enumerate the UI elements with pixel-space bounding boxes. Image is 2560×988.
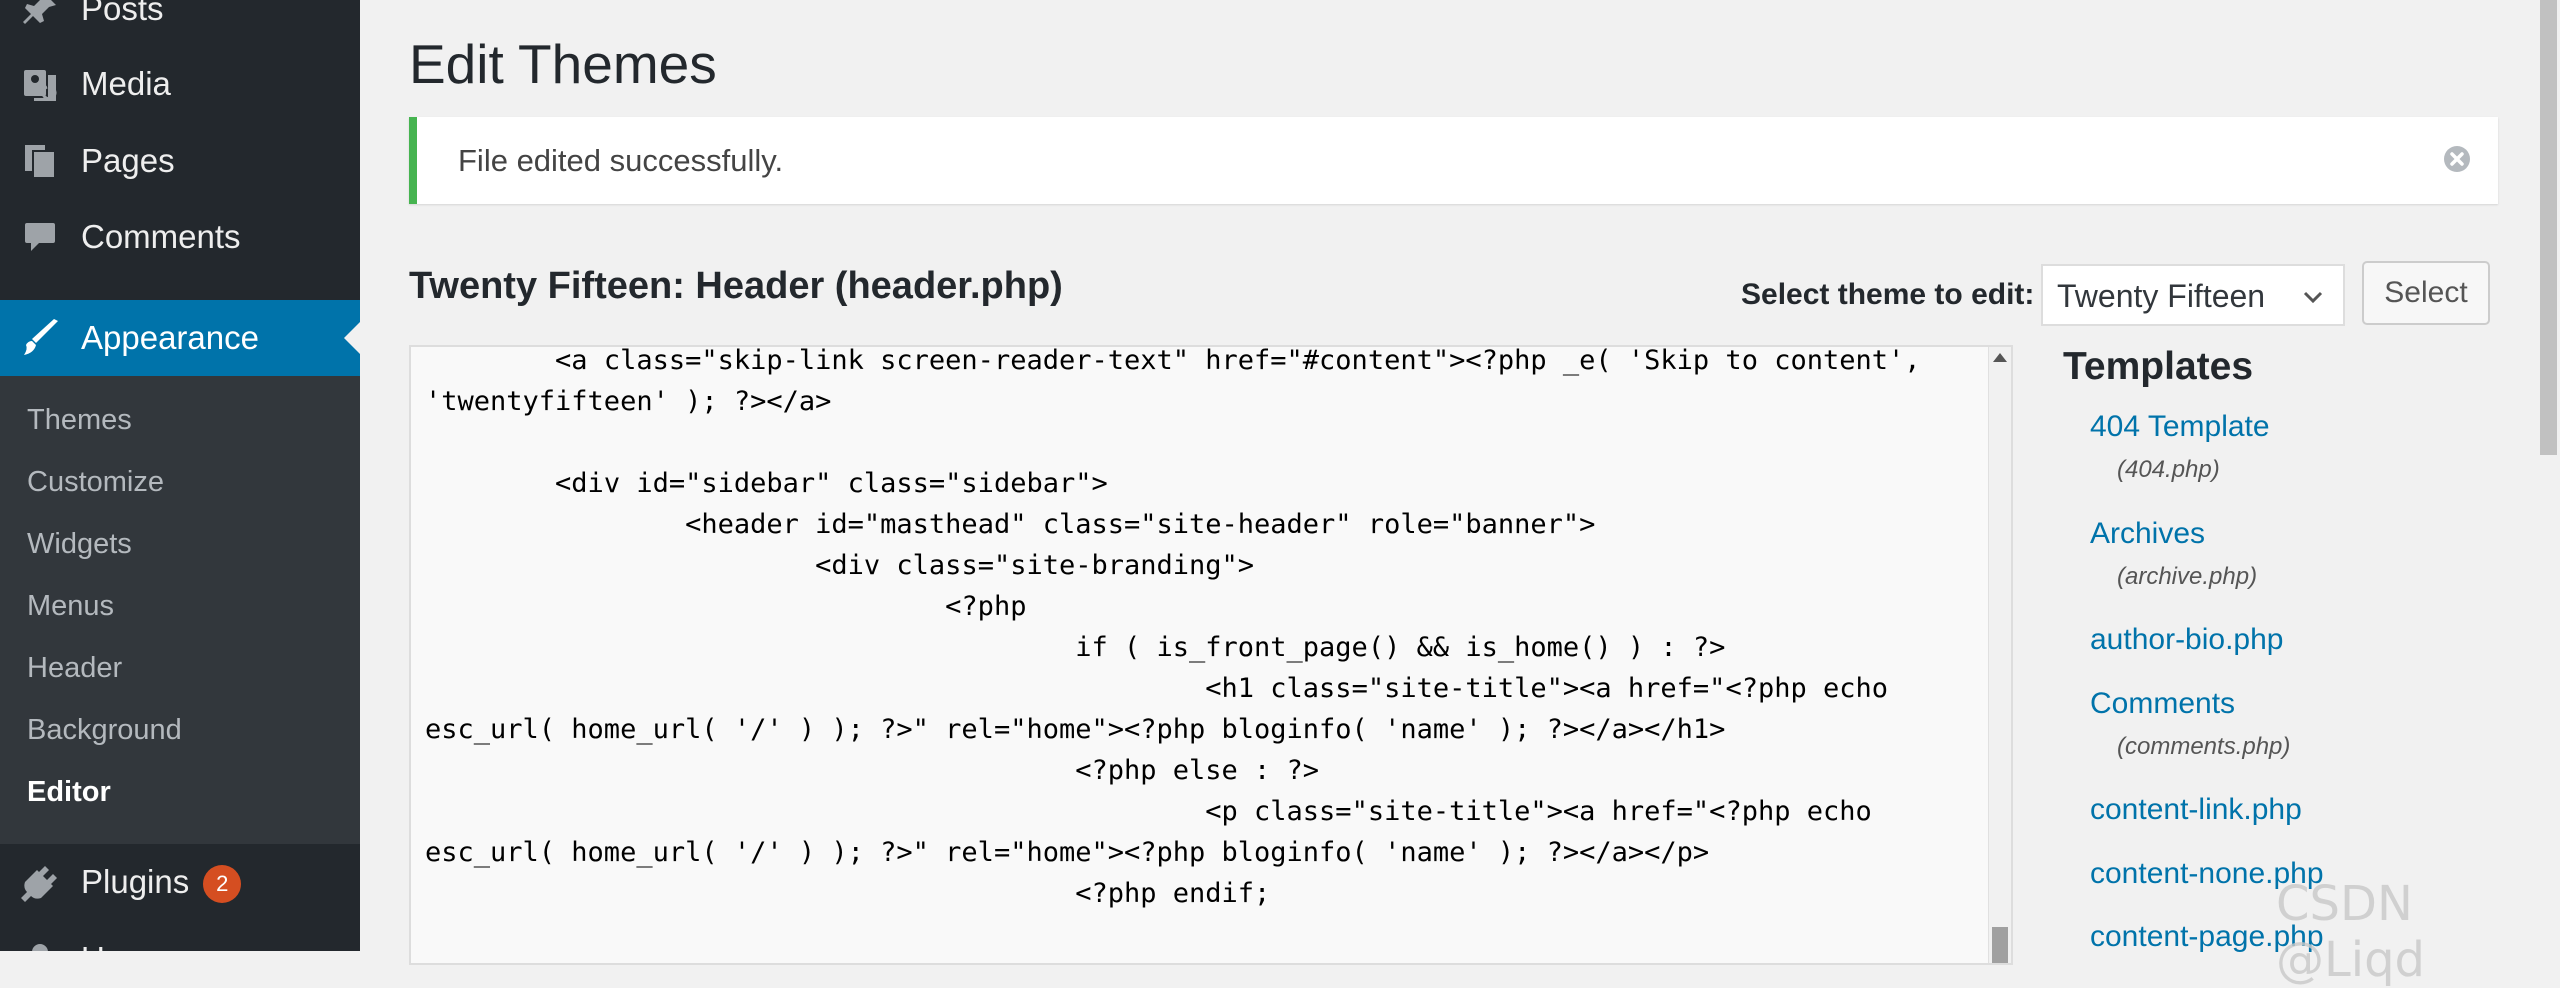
theme-select[interactable]: Twenty Fifteen: [2041, 264, 2345, 326]
success-notice: File edited successfully.: [409, 117, 2498, 204]
menu-label-comments: Comments: [81, 218, 241, 255]
chevron-down-icon: [2299, 282, 2327, 310]
menu-label-appearance: Appearance: [81, 319, 259, 356]
menu-item-appearance[interactable]: Appearance: [0, 300, 360, 376]
watermark: CSDN @Liqd: [2276, 876, 2426, 988]
template-filename: (archive.php): [2117, 563, 2258, 590]
media-icon: [20, 64, 60, 104]
submenu-item-menus[interactable]: Menus: [27, 590, 114, 623]
menu-label-media: Media: [81, 65, 171, 102]
submenu-item-header[interactable]: Header: [27, 652, 122, 685]
page-scrollbar[interactable]: [2537, 0, 2560, 951]
template-link-content-link[interactable]: content-link.php: [2090, 793, 2302, 827]
template-link-author-bio[interactable]: author-bio.php: [2090, 623, 2283, 657]
pages-icon: [20, 141, 60, 181]
plug-icon: [20, 863, 60, 903]
template-filename: (404.php): [2117, 456, 2220, 483]
submenu-item-widgets[interactable]: Widgets: [27, 528, 132, 561]
admin-sidebar: Posts Media Pages Comments Appearance Th…: [0, 0, 360, 951]
menu-item-posts[interactable]: Posts: [0, 0, 360, 47]
scroll-up-arrow-icon[interactable]: [1993, 353, 2007, 362]
notice-message: File edited successfully.: [458, 143, 784, 178]
template-filename: (comments.php): [2117, 733, 2291, 760]
page-scroll-thumb[interactable]: [2540, 0, 2557, 455]
menu-item-comments[interactable]: Comments: [0, 199, 360, 275]
template-link-404[interactable]: 404 Template: [2090, 410, 2270, 444]
theme-select-value: Twenty Fifteen: [2057, 278, 2266, 314]
dismiss-notice-icon[interactable]: [2442, 144, 2472, 174]
pin-icon: [20, 0, 60, 29]
plugins-update-badge: 2: [203, 865, 242, 904]
menu-item-pages[interactable]: Pages: [0, 123, 360, 199]
user-icon: [20, 939, 60, 951]
menu-item-users[interactable]: Users: [0, 921, 360, 951]
submenu-item-themes[interactable]: Themes: [27, 404, 132, 437]
template-link-comments[interactable]: Comments: [2090, 687, 2235, 721]
submenu-item-customize[interactable]: Customize: [27, 466, 164, 499]
template-link-archives[interactable]: Archives: [2090, 517, 2205, 551]
page-title: Edit Themes: [409, 33, 717, 95]
submenu-item-editor[interactable]: Editor: [27, 776, 111, 809]
code-editor[interactable]: <a class="skip-link screen-reader-text" …: [409, 345, 2013, 965]
menu-label-plugins: Plugins 2: [81, 863, 242, 904]
editor-scroll-thumb[interactable]: [1992, 927, 2008, 963]
menu-item-media[interactable]: Media: [0, 46, 360, 122]
editor-scrollbar[interactable]: [1988, 347, 2011, 963]
menu-label-posts: Posts: [81, 0, 164, 27]
code-editor-content[interactable]: <a class="skip-link screen-reader-text" …: [425, 347, 1921, 914]
appearance-submenu: Themes Customize Widgets Menus Header Ba…: [0, 376, 360, 844]
menu-label-users: Users: [81, 940, 167, 951]
editing-file-title: Twenty Fifteen: Header (header.php): [409, 265, 1063, 307]
comment-icon: [20, 217, 60, 257]
submenu-item-background[interactable]: Background: [27, 714, 182, 747]
brush-icon: [20, 318, 60, 358]
select-theme-label: Select theme to edit:: [1741, 278, 2035, 311]
menu-label-pages: Pages: [81, 142, 175, 179]
menu-item-plugins[interactable]: Plugins 2: [0, 845, 360, 921]
templates-heading: Templates: [2063, 345, 2254, 388]
select-theme-button[interactable]: Select: [2362, 261, 2490, 325]
